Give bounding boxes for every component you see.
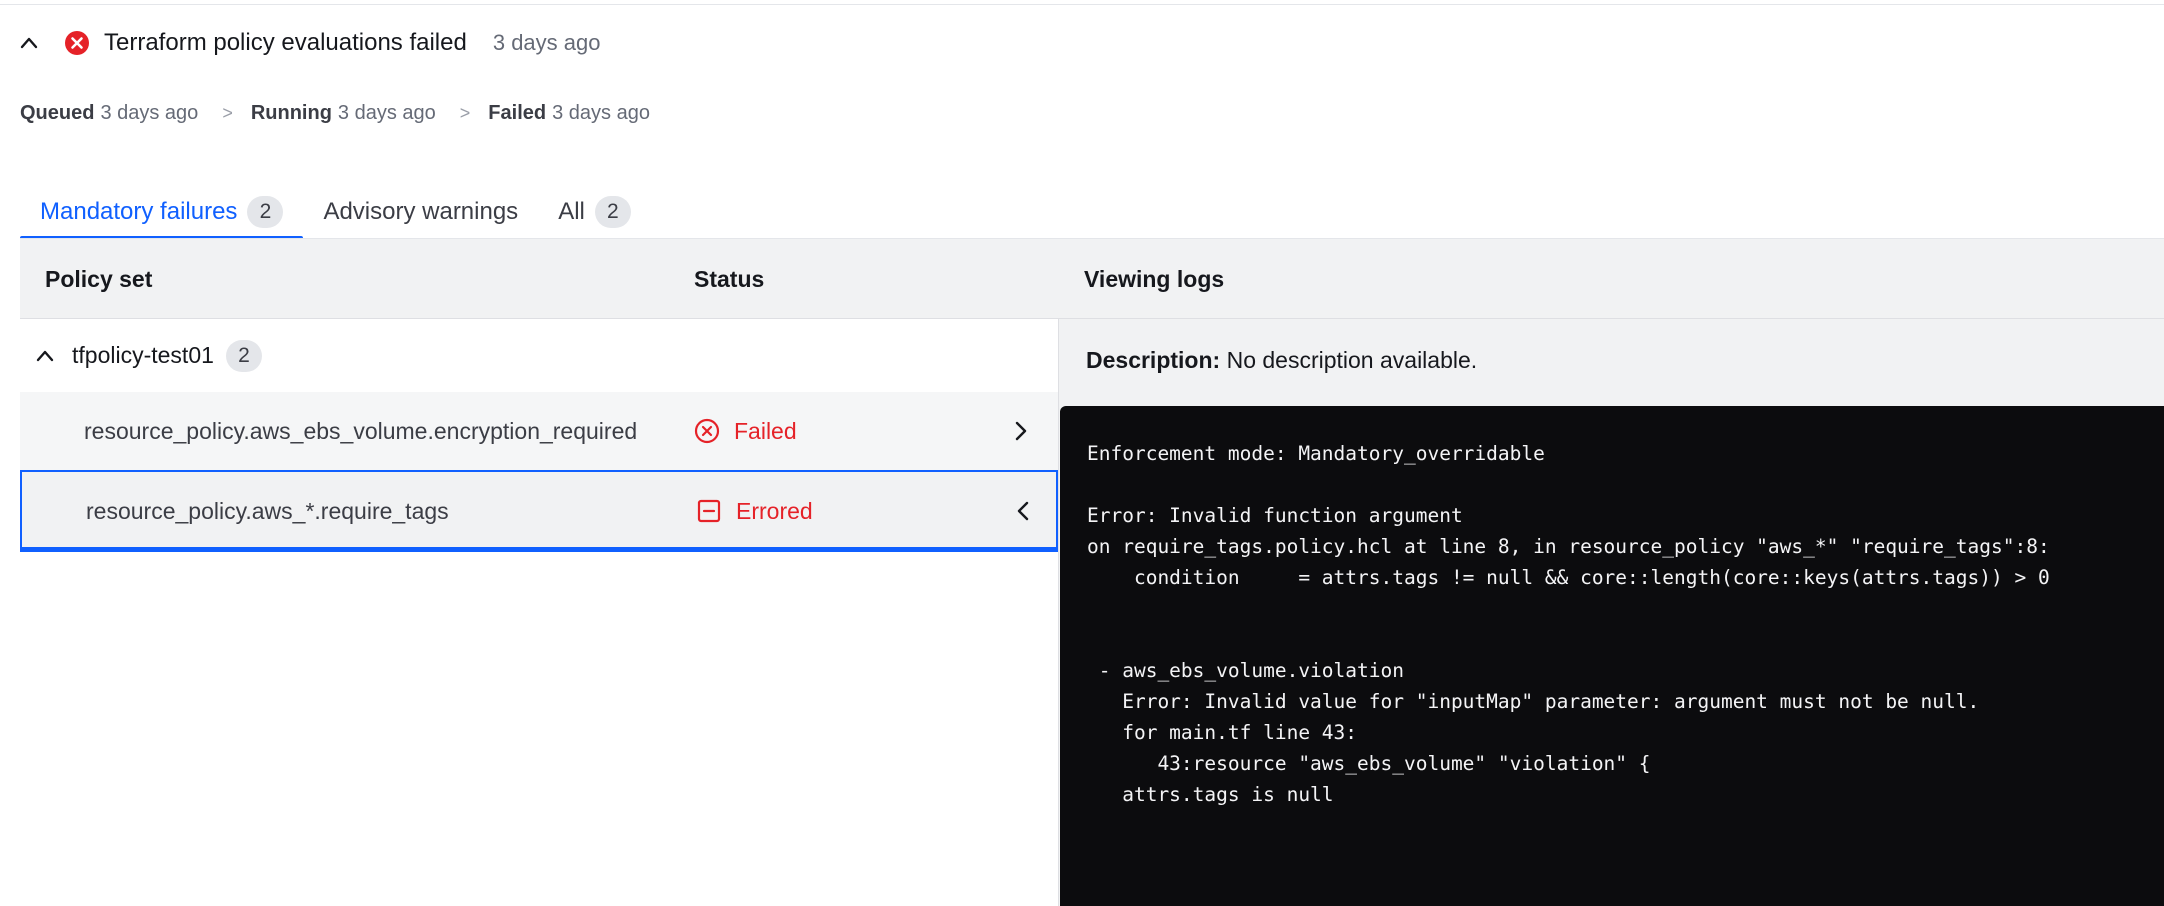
tab-label: Advisory warnings [323,198,519,225]
run-title: Terraform policy evaluations failed [104,29,467,56]
tab-label: Mandatory failures [40,198,238,225]
timeline-label: Queued [20,101,95,124]
description-label: Description: [1086,347,1221,373]
top-divider [0,4,2164,5]
x-circle-outline-icon [694,418,720,444]
policy-list: tfpolicy-test01 2 resource_policy.aws_eb… [20,319,1058,906]
timeline-label: Running [250,101,332,124]
policy-name: resource_policy.aws_ebs_volume.encryptio… [84,417,638,444]
run-time-ago: 3 days ago [492,30,601,55]
timeline-time: 3 days ago [100,101,199,124]
count-badge: 2 [225,339,262,372]
description-value: No description available. [1226,347,1478,373]
run-header: Terraform policy evaluations failed 3 da… [20,24,600,62]
table-header: Policy set Status Viewing logs [20,238,2164,319]
policy-row[interactable]: resource_policy.aws_ebs_volume.encryptio… [20,392,1058,470]
chevron-left-icon[interactable] [1014,500,1032,522]
column-header-status: Status [694,266,765,292]
log-output[interactable]: Enforcement mode: Mandatory_overridable … [1060,406,2164,906]
tab-advisory-warnings[interactable]: Advisory warnings [303,190,538,234]
chevron-up-icon[interactable] [36,347,54,365]
count-badge: 2 [594,196,631,228]
policy-description: Description: No description available. [1086,347,1477,374]
column-header-viewing-logs: Viewing logs [1084,266,1225,292]
timeline-separator: > [222,102,233,123]
policy-tabs: Mandatory failures 2 Advisory warnings A… [20,190,651,240]
log-text: Enforcement mode: Mandatory_overridable … [1087,442,2050,806]
run-timeline: Queued 3 days ago > Running 3 days ago >… [20,98,650,128]
policy-name: resource_policy.aws_*.require_tags [86,497,449,524]
tab-mandatory-failures[interactable]: Mandatory failures 2 [20,190,304,240]
timeline-time: 3 days ago [552,101,650,124]
log-panel: Description: No description available. E… [1058,319,2164,906]
policy-set-group[interactable]: tfpolicy-test01 2 [20,319,1058,392]
minus-square-icon [697,499,721,523]
policy-row-selected[interactable]: resource_policy.aws_*.require_tags Error… [20,470,1058,552]
policy-set-name: tfpolicy-test01 [72,342,214,368]
timeline-step-running: Running 3 days ago [251,102,436,125]
tab-label: All [558,198,585,225]
status-label: Errored [736,497,813,524]
error-circle-x-icon [65,31,89,55]
timeline-step-queued: Queued 3 days ago [20,102,198,125]
status-label: Failed [734,417,797,444]
timeline-time: 3 days ago [337,101,436,124]
chevron-up-icon[interactable] [20,34,38,52]
column-header-policy-set: Policy set [45,266,153,292]
tab-all[interactable]: All 2 [538,190,651,234]
timeline-step-failed: Failed 3 days ago [488,102,650,125]
status-badge: Failed [694,418,797,445]
timeline-label: Failed [488,101,547,124]
count-badge: 2 [247,196,284,228]
chevron-right-icon[interactable] [1012,420,1030,442]
timeline-separator: > [459,102,471,123]
status-badge: Errored [696,498,813,525]
